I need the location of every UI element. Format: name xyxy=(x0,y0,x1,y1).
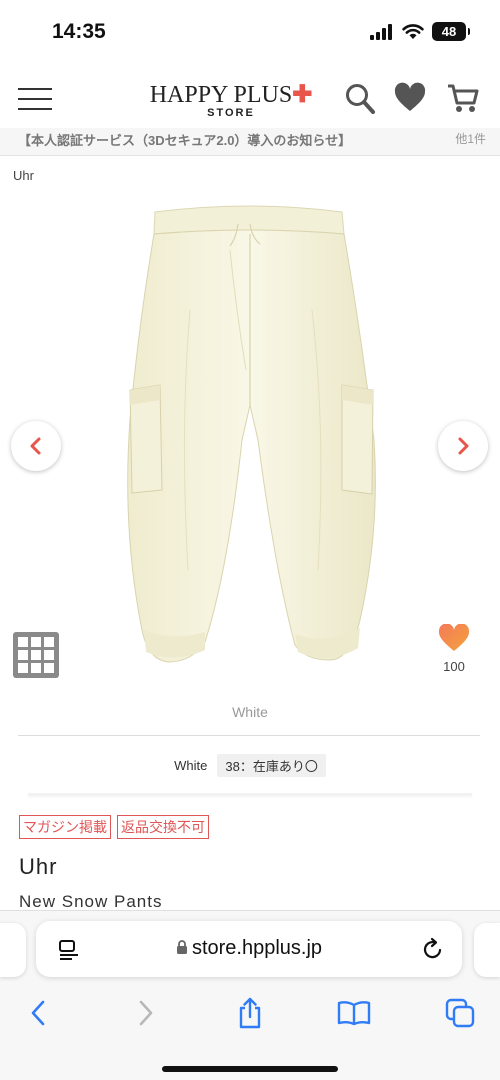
status-icons: 48 xyxy=(370,22,470,41)
forward-icon xyxy=(139,1000,153,1026)
tag-magazine: マガジン掲載 xyxy=(19,815,111,839)
product-image[interactable] xyxy=(80,190,420,690)
next-tab-preview[interactable] xyxy=(474,923,500,977)
home-indicator xyxy=(162,1066,338,1072)
status-bar: 14:35 48 xyxy=(0,0,500,66)
product-name: New Snow Pants xyxy=(19,892,163,911)
chevron-right-icon xyxy=(458,437,469,455)
divider xyxy=(28,793,472,796)
color-caption: White xyxy=(232,704,268,720)
browser-bottom-bar: store.hpplus.jp xyxy=(0,910,500,1080)
logo-main-text: HAPPY PLUS xyxy=(149,82,293,108)
product-brand-label: Uhr xyxy=(13,168,34,183)
stock-color: White xyxy=(174,758,208,773)
cart-icon[interactable] xyxy=(446,82,480,114)
divider xyxy=(18,735,480,736)
back-button[interactable] xyxy=(18,995,58,1031)
signal-icon xyxy=(370,23,392,40)
tag-no-return: 返品交換不可 xyxy=(117,815,209,839)
like-count: 100 xyxy=(443,659,465,674)
bookmarks-icon xyxy=(337,1001,371,1026)
address-bar[interactable]: store.hpplus.jp xyxy=(36,921,462,977)
prev-image-button[interactable] xyxy=(11,421,61,471)
battery-indicator: 48 xyxy=(432,22,470,41)
back-icon xyxy=(31,1000,45,1026)
search-icon[interactable] xyxy=(344,82,376,116)
status-time: 14:35 xyxy=(52,20,106,43)
site-header: HAPPY PLUS✚ STORE xyxy=(0,66,500,130)
bookmarks-button[interactable] xyxy=(334,995,374,1031)
like-button[interactable]: 100 xyxy=(434,623,474,674)
lock-icon xyxy=(176,940,187,954)
like-heart-icon xyxy=(438,623,470,651)
share-button[interactable] xyxy=(230,995,270,1031)
tabs-button[interactable] xyxy=(440,995,480,1031)
announcement-more[interactable]: 他1件 xyxy=(455,130,486,147)
product-tags: マガジン掲載 返品交換不可 xyxy=(19,815,209,839)
grid-view-icon[interactable] xyxy=(13,632,59,678)
reload-icon[interactable] xyxy=(422,937,444,961)
size-stock-option[interactable]: 38：在庫あり〇 xyxy=(217,754,326,777)
share-icon xyxy=(239,997,261,1029)
tabs-icon xyxy=(445,998,475,1028)
chevron-left-icon xyxy=(30,437,41,455)
wifi-icon xyxy=(402,23,424,39)
url-text: store.hpplus.jp xyxy=(191,937,323,959)
browser-toolbar xyxy=(0,991,500,1035)
logo-cross-icon: ✚ xyxy=(292,82,313,108)
stock-row: White 38：在庫あり〇 xyxy=(0,754,500,777)
next-image-button[interactable] xyxy=(438,421,488,471)
forward-button[interactable] xyxy=(126,995,166,1031)
menu-icon[interactable] xyxy=(18,88,52,112)
product-brand[interactable]: Uhr xyxy=(19,854,57,880)
store-logo[interactable]: HAPPY PLUS✚ STORE xyxy=(146,80,316,119)
announcement-bar[interactable]: 【本人認証サービス（3Dセキュア2.0）導入のお知らせ】 他1件 xyxy=(0,128,500,156)
heart-icon[interactable] xyxy=(394,82,426,114)
previous-tab-preview[interactable] xyxy=(0,923,26,977)
announcement-text[interactable]: 【本人認証サービス（3Dセキュア2.0）導入のお知らせ】 xyxy=(18,130,351,149)
